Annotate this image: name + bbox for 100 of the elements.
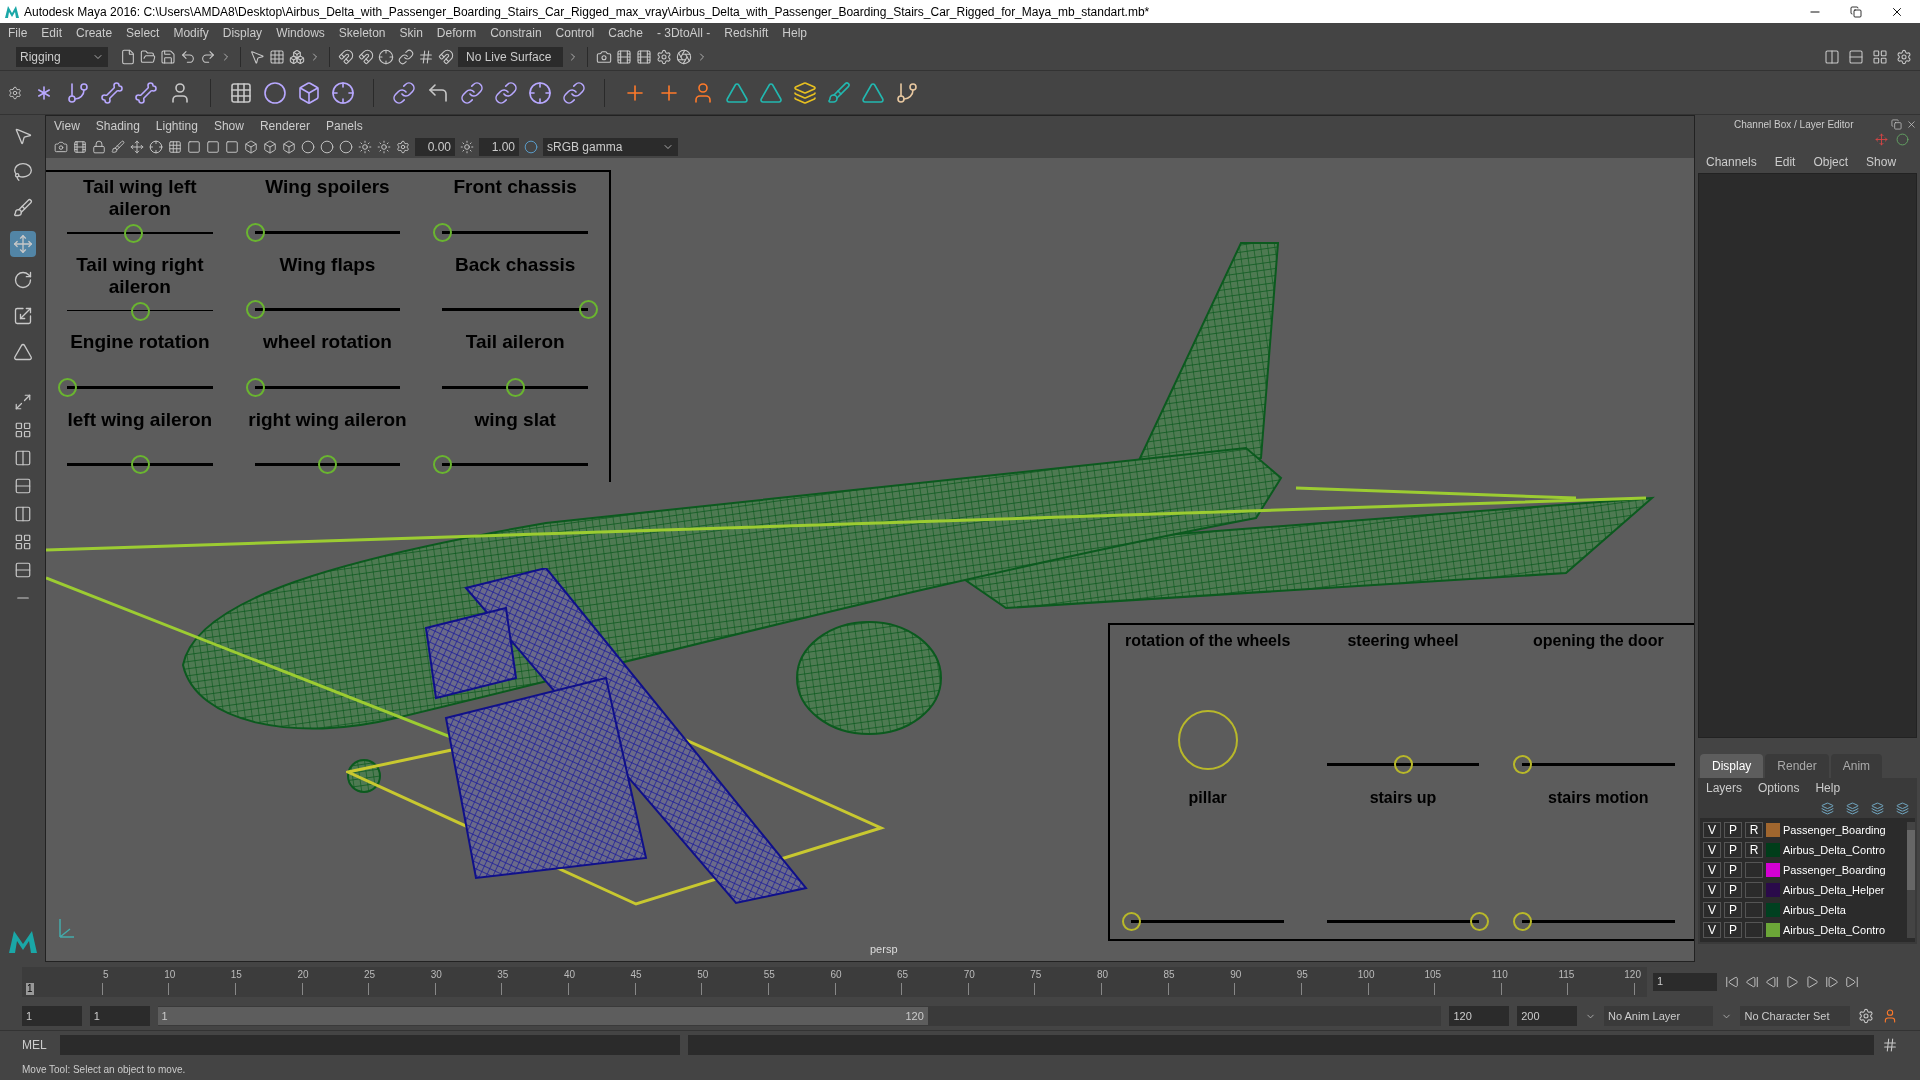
viewport-menu-item[interactable]: Show bbox=[213, 117, 244, 135]
sun-icon[interactable] bbox=[377, 140, 391, 154]
menu-item[interactable]: Help bbox=[782, 24, 807, 42]
menu-item[interactable]: File bbox=[8, 24, 28, 42]
slider-handle[interactable] bbox=[433, 222, 453, 242]
rotate-icon[interactable] bbox=[12, 270, 33, 290]
layer-editor-tab[interactable]: Display bbox=[1700, 754, 1764, 778]
cube-icon[interactable] bbox=[244, 140, 258, 154]
link-icon[interactable] bbox=[392, 80, 416, 105]
menu-item[interactable]: Edit bbox=[41, 24, 63, 42]
anim-layer-dropdown[interactable]: No Anim Layer bbox=[1603, 1006, 1714, 1026]
reference-toggle[interactable]: R bbox=[1745, 822, 1763, 838]
viewport-menu-item[interactable]: Shading bbox=[95, 117, 140, 135]
slider-handle[interactable] bbox=[1513, 912, 1533, 931]
menu-item[interactable]: Redshift bbox=[724, 24, 769, 42]
menu-item[interactable]: Create bbox=[76, 24, 113, 42]
menu-item[interactable]: Skeleton bbox=[338, 24, 386, 42]
layer-name[interactable]: Passenger_Boarding bbox=[1783, 861, 1886, 879]
end-frame-field[interactable]: 200 bbox=[1517, 1006, 1577, 1026]
next-key-icon[interactable] bbox=[1825, 975, 1839, 989]
slider-handle[interactable] bbox=[245, 377, 265, 397]
film-icon[interactable] bbox=[73, 140, 87, 154]
reference-toggle[interactable]: R bbox=[1745, 842, 1763, 858]
crosshair-icon[interactable] bbox=[528, 80, 552, 105]
layer-menu-item[interactable]: Options bbox=[1758, 779, 1800, 797]
gear-icon[interactable] bbox=[396, 140, 410, 154]
gear-icon[interactable] bbox=[656, 48, 672, 65]
visibility-toggle[interactable]: V bbox=[1703, 882, 1721, 898]
reference-toggle[interactable] bbox=[1745, 882, 1763, 898]
slider-handle[interactable] bbox=[1394, 755, 1413, 774]
hash-icon[interactable] bbox=[418, 48, 434, 65]
layer-menu-item[interactable]: Layers bbox=[1706, 779, 1743, 797]
bone-icon[interactable] bbox=[100, 80, 124, 105]
command-input-field[interactable] bbox=[60, 1034, 680, 1055]
panel-layout-icon[interactable] bbox=[1872, 48, 1888, 65]
visibility-toggle[interactable]: V bbox=[1703, 922, 1721, 938]
visibility-toggle[interactable]: V bbox=[1703, 842, 1721, 858]
square-icon[interactable] bbox=[187, 140, 201, 154]
layer-name[interactable]: Airbus_Delta_Helper bbox=[1783, 881, 1885, 899]
layers-icon[interactable] bbox=[793, 80, 817, 105]
playback-toggle[interactable]: P bbox=[1724, 862, 1742, 878]
menu-item[interactable]: Skin bbox=[399, 24, 423, 42]
link-icon[interactable] bbox=[494, 80, 518, 105]
playback-toggle[interactable]: P bbox=[1724, 902, 1742, 918]
menu-item[interactable]: - 3DtoAll - bbox=[656, 24, 711, 42]
gamma-field[interactable]: 1.00 bbox=[479, 138, 519, 156]
layer-name[interactable]: Airbus_Delta bbox=[1783, 901, 1846, 919]
grid-icon[interactable] bbox=[168, 140, 182, 154]
menu-item[interactable]: Select bbox=[126, 24, 160, 42]
step-back-icon[interactable] bbox=[1745, 975, 1759, 989]
rows-pane-icon[interactable] bbox=[13, 561, 32, 579]
slider-handle[interactable] bbox=[506, 377, 526, 397]
magnet-icon[interactable] bbox=[338, 48, 354, 65]
sun-icon[interactable] bbox=[358, 140, 372, 154]
character-set-dropdown[interactable]: No Character Set bbox=[1740, 1006, 1850, 1026]
slider-handle[interactable] bbox=[123, 224, 143, 243]
magnet-icon[interactable] bbox=[358, 48, 374, 65]
playback-toggle[interactable]: P bbox=[1724, 822, 1742, 838]
reference-toggle[interactable] bbox=[1745, 862, 1763, 878]
grid-icon[interactable] bbox=[229, 80, 253, 105]
magnet-icon[interactable] bbox=[438, 48, 454, 65]
range-slider[interactable]: 1 120 bbox=[157, 1007, 928, 1025]
slider-handle[interactable] bbox=[130, 301, 150, 321]
single-pane-icon[interactable] bbox=[13, 393, 32, 411]
channel-box-menu-item[interactable]: Edit bbox=[1774, 153, 1796, 171]
visibility-toggle[interactable]: V bbox=[1703, 822, 1721, 838]
circle-icon[interactable] bbox=[1896, 133, 1909, 146]
layer-name[interactable]: Passenger_Boarding bbox=[1783, 821, 1886, 839]
slider-handle[interactable] bbox=[579, 300, 599, 319]
two-pane-icon[interactable] bbox=[13, 449, 32, 467]
crosshair-icon[interactable] bbox=[149, 140, 163, 154]
slider-handle[interactable] bbox=[1513, 755, 1533, 774]
stacked-pane-icon[interactable] bbox=[13, 477, 32, 495]
scrollbar[interactable] bbox=[1907, 822, 1915, 938]
new-file-icon[interactable] bbox=[120, 48, 136, 65]
fork-icon[interactable] bbox=[895, 80, 919, 105]
cube-icon[interactable] bbox=[263, 140, 277, 154]
visibility-toggle[interactable]: V bbox=[1703, 902, 1721, 918]
playback-toggle[interactable]: P bbox=[1724, 842, 1742, 858]
viewport-menu-item[interactable]: View bbox=[54, 117, 80, 135]
slider-handle[interactable] bbox=[245, 300, 265, 319]
playback-toggle[interactable]: P bbox=[1724, 922, 1742, 938]
current-frame-marker[interactable]: 1 bbox=[26, 983, 34, 995]
color-space-dropdown[interactable]: sRGB gamma bbox=[543, 138, 678, 156]
move-icon[interactable] bbox=[130, 140, 144, 154]
paint-brush-icon[interactable] bbox=[12, 198, 33, 218]
layer-editor-tab[interactable]: Anim bbox=[1830, 754, 1883, 778]
link-icon[interactable] bbox=[398, 48, 414, 65]
start-frame-field[interactable]: 1 bbox=[22, 1006, 82, 1026]
menu-item[interactable]: Cache bbox=[608, 24, 643, 42]
camera-icon[interactable] bbox=[54, 140, 68, 154]
go-to-end-icon[interactable] bbox=[1845, 975, 1859, 989]
menu-item[interactable]: Modify bbox=[173, 24, 209, 42]
open-folder-icon[interactable] bbox=[140, 48, 156, 65]
panel-layout-icon[interactable] bbox=[1824, 48, 1840, 65]
dial-control[interactable] bbox=[1177, 710, 1238, 770]
playback-end-field[interactable]: 120 bbox=[1449, 1006, 1510, 1026]
side-pane-icon[interactable] bbox=[13, 505, 32, 523]
viewport-menu-item[interactable]: Renderer bbox=[259, 117, 310, 135]
redo-icon[interactable] bbox=[200, 48, 216, 65]
